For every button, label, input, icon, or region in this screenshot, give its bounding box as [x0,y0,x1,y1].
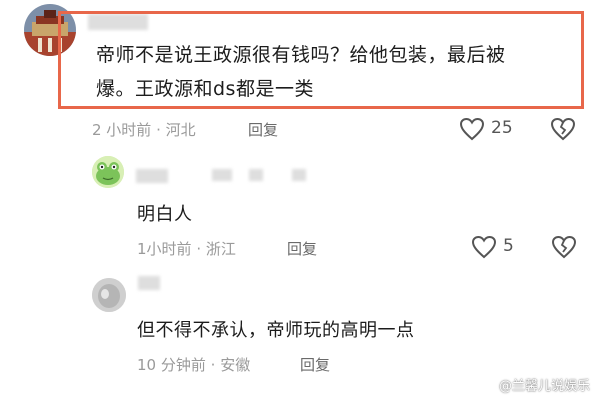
like-button[interactable]: 5 [471,234,531,260]
separator: · [156,121,161,139]
comment-location: 安徽 [220,356,251,374]
comment-text: 帝师不是说王政源很有钱吗？给他包装，最后被 爆。王政源和ds都是一类 [96,38,576,106]
watermark: @兰馨儿说娱乐 [498,379,590,394]
comment-time: 2 小时前 [92,121,152,139]
comment-meta: 1小时前 · 浙江 [137,238,236,259]
separator: · [210,356,216,374]
dislike-button[interactable] [550,117,576,141]
comment-meta: 2 小时前 · 河北 [92,119,196,140]
comment-time: 1小时前 [137,240,192,258]
comment-location: 河北 [165,121,196,139]
comment-meta: 10 分钟前 · 安徽 [137,354,250,375]
username-blurred [212,169,232,181]
heart-icon [459,117,485,141]
broken-heart-icon [550,117,576,141]
like-button[interactable]: 25 [459,116,529,142]
comment-time: 10 分钟前 [137,356,206,374]
avatar[interactable] [92,156,124,188]
comment-text: 但不得不承认，帝师玩的高明一点 [137,320,415,341]
like-count: 25 [491,118,513,138]
reply-button[interactable]: 回复 [248,119,278,140]
separator: · [196,240,202,258]
username-blurred[interactable] [138,276,160,290]
comment-text-line: 爆。王政源和ds都是一类 [96,78,314,100]
username-blurred [249,169,263,181]
reply-button[interactable]: 回复 [300,354,330,375]
username-blurred [292,169,306,181]
dislike-button[interactable] [551,235,577,259]
reply-button[interactable]: 回复 [287,238,317,259]
like-count: 5 [503,236,514,256]
comment-text-line: 帝师不是说王政源很有钱吗？给他包装，最后被 [96,44,506,66]
heart-icon [471,235,497,259]
comment-text: 明白人 [137,204,193,225]
avatar[interactable] [92,278,126,312]
broken-heart-icon [551,235,577,259]
username-blurred[interactable] [136,169,168,183]
comment-location: 浙江 [205,240,236,258]
